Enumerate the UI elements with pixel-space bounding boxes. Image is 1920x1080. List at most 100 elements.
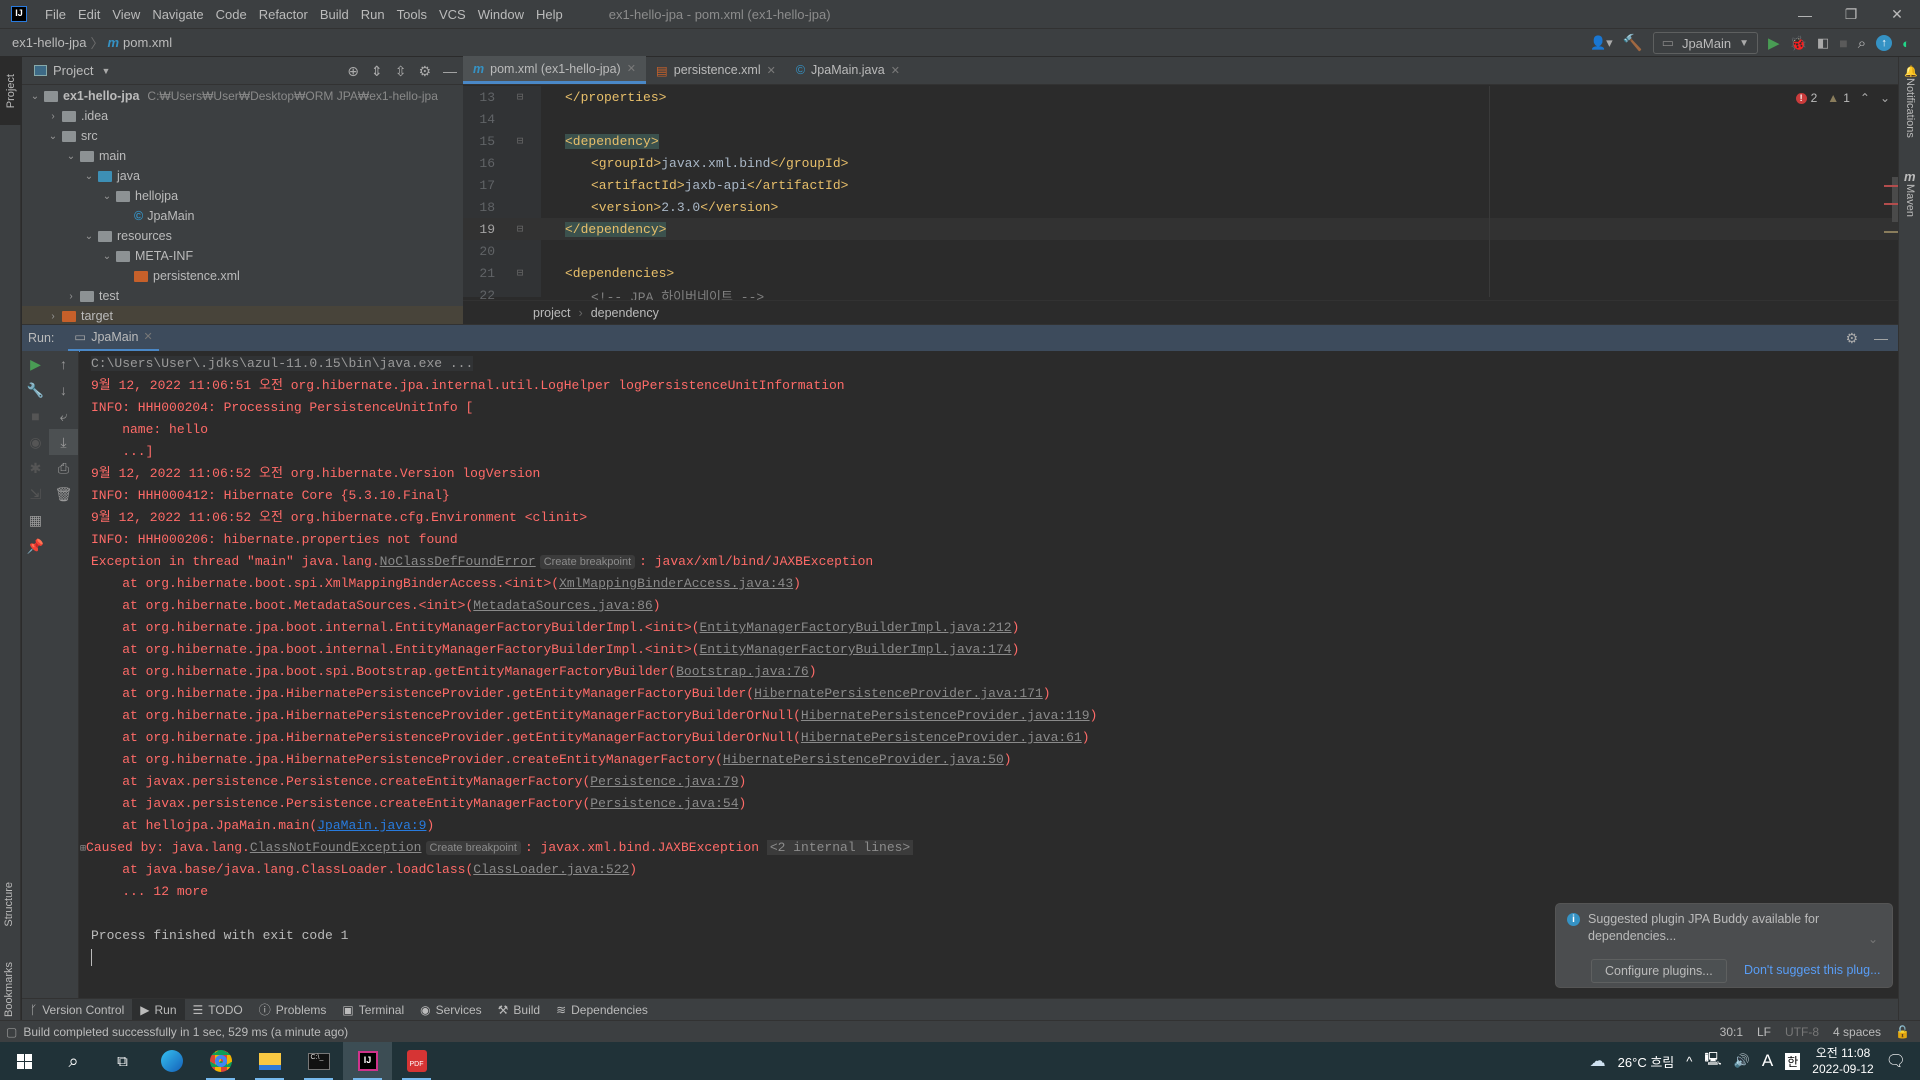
close-icon[interactable]: ✕ [767,64,776,77]
notifications-side-tab[interactable]: 🔔 Notifications [1904,63,1920,141]
debug-icon[interactable]: ✱ [22,455,49,481]
tool-window-todo[interactable]: ☰ TODO [185,999,251,1021]
show-hidden-icons[interactable]: ^ [1686,1054,1692,1069]
search-icon[interactable]: ⌕ [49,1042,98,1080]
edge-icon[interactable] [147,1042,196,1080]
code-line[interactable]: 15 ⊟ <dependency> [463,130,1898,152]
tool-window-problems[interactable]: ⓘ Problems [251,999,335,1021]
stop-icon[interactable]: ■ [22,403,49,429]
tree-node[interactable]: › target [22,306,463,326]
source-link[interactable]: XmlMappingBinderAccess.java:43 [559,576,793,591]
source-link[interactable]: MetadataSources.java:86 [473,598,652,613]
menu-run[interactable]: Run [355,7,391,22]
code-line[interactable]: 21 ⊟ <dependencies> [463,262,1898,284]
code-line[interactable]: 17 <artifactId>jaxb-api</artifactId> [463,174,1898,196]
run-icon[interactable]: ▶ [1768,34,1780,52]
source-link[interactable]: JpaMain.java:9 [317,818,426,833]
file-explorer-icon[interactable] [245,1042,294,1080]
next-problem-icon[interactable]: ⌄ [1880,91,1890,105]
project-side-tab[interactable]: Project [0,57,21,125]
line-separator[interactable]: LF [1757,1025,1771,1039]
debug-icon[interactable]: 🐞 [1790,35,1807,52]
menu-edit[interactable]: Edit [72,7,106,22]
code-with-me-icon[interactable]: ◐ [1902,36,1910,51]
code-line[interactable]: 14 [463,108,1898,130]
structure-side-tab[interactable]: Structure [3,882,15,930]
code-line[interactable]: 20 [463,240,1898,262]
nav-project[interactable]: ex1-hello-jpa [12,35,86,50]
menu-refactor[interactable]: Refactor [253,7,314,22]
menu-navigate[interactable]: Navigate [146,7,209,22]
chrome-icon[interactable] [196,1042,245,1080]
status-toggle-icon[interactable]: ▢ [6,1025,17,1039]
configure-plugins-button[interactable]: Configure plugins... [1591,959,1727,983]
minimize-button[interactable]: — [1782,0,1828,29]
caused-by-class-link[interactable]: ClassNotFoundException [250,840,422,855]
tree-node[interactable]: persistence.xml [22,266,463,286]
source-link[interactable]: Persistence.java:79 [590,774,738,789]
locate-icon[interactable]: ⊕ [347,63,359,80]
tree-node[interactable]: ⌄ META-INF [22,246,463,266]
previous-problem-icon[interactable]: ⌃ [1860,91,1870,105]
pin-icon[interactable]: 📌 [22,533,49,559]
editor-tab[interactable]: ▤ persistence.xml ✕ [646,56,786,84]
bookmarks-side-tab[interactable]: Bookmarks [3,962,15,1020]
maven-side-tab[interactable]: m Maven [1904,169,1920,220]
print-icon[interactable]: ⎙ [49,455,78,481]
network-icon[interactable]: 🖳 [1704,1050,1721,1072]
stop-icon[interactable]: ■ [1839,35,1847,51]
hide-icon[interactable]: — [1874,330,1888,347]
file-encoding[interactable]: UTF-8 [1785,1025,1819,1039]
close-icon[interactable]: ✕ [627,62,636,75]
code-line[interactable]: 16 <groupId>javax.xml.bind</groupId> [463,152,1898,174]
chevron-down-icon[interactable]: ⌄ [64,151,78,162]
layout-icon[interactable]: ▦ [22,507,49,533]
fold-marker-icon[interactable]: ⊟ [501,90,539,104]
chevron-down-icon[interactable]: ▼ [101,66,110,76]
chevron-right-icon[interactable]: › [46,111,60,122]
ime-mode[interactable]: A [1762,1051,1773,1071]
code-line[interactable]: 19 ⊟ </dependency> [463,218,1898,240]
fold-marker-icon[interactable]: ⊟ [501,222,539,236]
ime-hangul[interactable]: 한 [1785,1052,1801,1070]
clock[interactable]: 오전 11:08 2022-09-12 [1812,1045,1873,1077]
close-button[interactable]: ✕ [1874,0,1920,29]
fold-marker-icon[interactable]: ⊟ [501,266,539,280]
code-line[interactable]: 13 ⊟ </properties> [463,86,1898,108]
source-link[interactable]: Persistence.java:54 [590,796,738,811]
tree-node[interactable]: ⌄ java [22,166,463,186]
menu-view[interactable]: View [106,7,146,22]
nav-file[interactable]: pom.xml [123,35,172,50]
pdf-app-icon[interactable]: PDF [392,1042,441,1080]
weather[interactable]: 26°C 흐림 [1618,1052,1675,1071]
source-link[interactable]: EntityManagerFactoryBuilderImpl.java:174 [700,642,1012,657]
error-marker[interactable] [1884,185,1898,187]
command-line[interactable]: C:\Users\User\.jdks\azul-11.0.15\bin\jav… [91,356,474,371]
volume-icon[interactable]: 🔊 [1734,1053,1750,1069]
menu-build[interactable]: Build [314,7,355,22]
tree-node[interactable]: ⌄ main [22,146,463,166]
editor-scrollbar[interactable] [1892,177,1898,222]
chevron-down-icon[interactable]: ⌄ [82,171,96,182]
tree-node[interactable]: ⌄ src [22,126,463,146]
indent-setting[interactable]: 4 spaces [1833,1025,1881,1039]
source-link[interactable]: HibernatePersistenceProvider.java:50 [723,752,1004,767]
arrow-up-icon[interactable]: ↑ [49,351,78,377]
source-link[interactable]: EntityManagerFactoryBuilderImpl.java:212 [700,620,1012,635]
hide-icon[interactable]: — [443,63,457,80]
run-tab-jpamain[interactable]: ▭ JpaMain ✕ [68,325,159,352]
vcs-users-icon[interactable]: 👤▾ [1590,35,1613,51]
tool-window-dependencies[interactable]: ≋ Dependencies [548,999,656,1021]
breadcrumb-item[interactable]: project [533,306,571,320]
camera-icon[interactable]: ◉ [22,429,49,455]
close-icon[interactable]: ✕ [143,330,152,343]
menu-tools[interactable]: Tools [391,7,433,22]
create-breakpoint-button[interactable]: Create breakpoint [539,555,636,569]
error-marker[interactable] [1884,203,1898,205]
breadcrumb-item[interactable]: dependency [591,306,659,320]
terminal-icon[interactable]: C:\_ [294,1042,343,1080]
source-link[interactable]: Bootstrap.java:76 [676,664,809,679]
chevron-down-icon[interactable]: ⌄ [82,231,96,242]
inspection-widget[interactable]: ! 2 ▲ 1 ⌃ ⌄ [1795,91,1890,105]
tree-node[interactable]: ⌄ ex1-hello-jpa C:₩Users₩User₩Desktop₩ORM … [22,86,463,106]
